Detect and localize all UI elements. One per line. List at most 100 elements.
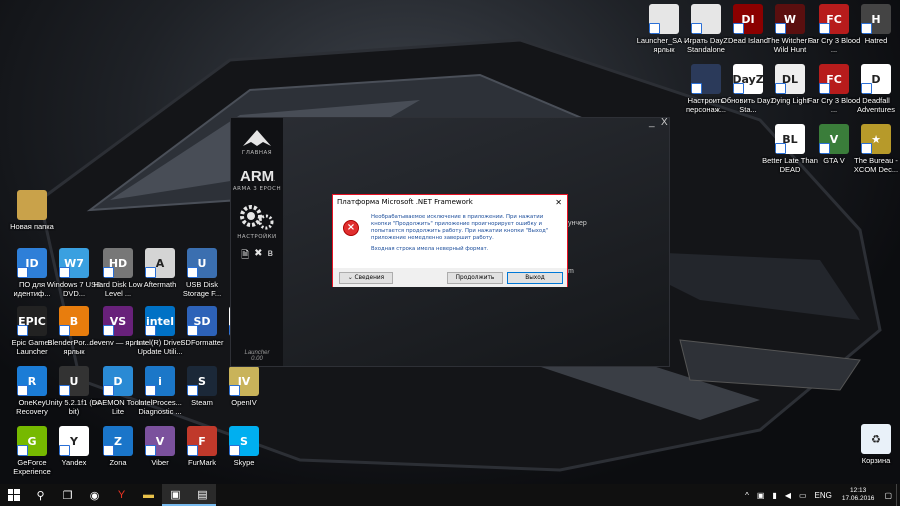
version-number: 0.00 (251, 356, 263, 362)
launcher-sidebar: ГЛАВНАЯ ARMA ARMA 3 EPOCH НАСТРОЙКИ 🗎 ✖ … (231, 118, 283, 366)
aftermath-icon: A (145, 248, 175, 278)
nav-home-label: ГЛАВНАЯ (241, 150, 273, 156)
usb-dvd-tool-icon: W7 (59, 248, 89, 278)
desktop-shortcut[interactable]: H Hatred (848, 4, 900, 64)
desktop-shortcut[interactable]: ★ The Bureau - XCOM Dec... (848, 124, 900, 184)
usb-format-icon: U (187, 248, 217, 278)
intel-driver-icon: intel (145, 306, 175, 336)
taskbar-dialog-icon[interactable]: ▤ (189, 484, 216, 506)
document-icon[interactable]: 🗎 (241, 248, 249, 265)
deadfall-icon: D (861, 64, 891, 94)
nav-arma-label: ARMA 3 EPOCH (232, 186, 282, 192)
dialog-titlebar: Платформа Microsoft .NET Framework ✕ (333, 195, 567, 210)
fingerprint-app-icon: ID (17, 248, 47, 278)
desktop-shortcut-label: Skype (233, 458, 255, 467)
recycle-bin-icon: ♻ (861, 424, 891, 454)
gta5-icon: V (819, 124, 849, 154)
dead-island-icon: DI (733, 4, 763, 34)
home-logo-icon (243, 130, 271, 146)
tools-icon[interactable]: ✖ (254, 248, 262, 265)
taskbar-app-circle-icon[interactable]: ◉ (81, 484, 108, 506)
desktop-shortcut[interactable]: Новая папка (4, 190, 60, 250)
desktop-shortcut[interactable]: D Deadfall Adventures (848, 64, 900, 124)
dayz-update-icon: DayZ (733, 64, 763, 94)
visual-studio-icon: VS (103, 306, 133, 336)
taskbar: ⚲ ❐ ◉ Y ▬ ▣ ▤ ^ ▣ ▮ ◀ ▭ ENG 12:13 17.06.… (0, 484, 900, 506)
dialog-message: Необрабатываемое исключение в приложении… (371, 214, 549, 241)
launcher-nav-home[interactable]: ГЛАВНАЯ (231, 128, 283, 156)
desktop-shortcut[interactable]: U USB Disk Storage F... (174, 248, 230, 308)
b-icon[interactable]: ʙ (268, 248, 273, 265)
desktop-shortcut[interactable]: IV OpenIV (216, 366, 272, 426)
zona-icon: Z (103, 426, 133, 456)
farcry3-icon: FC (819, 4, 849, 34)
details-button-label: Сведения (354, 275, 385, 281)
hdd-tool-icon: HD (103, 248, 133, 278)
launcher-text-fragment-2: m (568, 268, 574, 275)
desktop-shortcut-label: Корзина (861, 456, 891, 465)
launcher-text-fragment: унчер (568, 220, 587, 227)
notification-app-icon[interactable]: ▭ (799, 491, 807, 500)
launcher-minimize-button[interactable]: _ (649, 117, 655, 128)
taskbar-launcher-icon[interactable]: ▣ (162, 484, 189, 506)
launcher-nav-arma[interactable]: ARMA ARMA 3 EPOCH (231, 166, 283, 192)
svg-text:ARMA: ARMA (240, 168, 275, 184)
launcher-nav-settings[interactable]: НАСТРОЙКИ (231, 202, 283, 240)
windows-logo-icon (7, 489, 20, 501)
show-desktop-button[interactable] (896, 484, 900, 506)
hatred-icon: H (861, 4, 891, 34)
onekey-recovery-icon: R (17, 366, 47, 396)
launcher-version: Launcher 0.00 (231, 350, 283, 362)
language-indicator[interactable]: ENG (815, 491, 832, 500)
continue-button[interactable]: Продолжить (447, 272, 503, 284)
desktop-shortcut-label: Deadfall Adventures (857, 96, 895, 114)
desktop-shortcut[interactable]: S Skype (216, 426, 272, 484)
taskbar-yandex-icon[interactable]: Y (108, 484, 135, 506)
arma-logo-icon: ARMA (240, 168, 275, 184)
desktop-shortcut-label: USB Disk Storage F... (182, 280, 222, 298)
witcher-icon: W (775, 4, 805, 34)
desktop-wallpaper: Новая папка ID ПО для идентиф... W7 Windows … (0, 0, 900, 484)
dying-light-icon: DL (775, 64, 805, 94)
desktop-shortcut-label: Hatred (864, 36, 888, 45)
dotnet-error-dialog[interactable]: Платформа Microsoft .NET Framework ✕ × Н… (332, 194, 568, 287)
task-view-icon[interactable]: ❐ (54, 484, 81, 506)
blender-icon: B (59, 306, 89, 336)
nav-settings-label: НАСТРОЙКИ (237, 234, 277, 240)
dialog-buttons: ⌄ Сведения Продолжить Выход (333, 268, 567, 287)
system-tray: ^ ▣ ▮ ◀ ▭ ENG 12:13 17.06.2016 ▢ (741, 484, 900, 506)
folder-icon (17, 190, 47, 220)
tray-app-icon[interactable]: ▣ (757, 491, 765, 500)
chevron-down-icon: ⌄ (347, 275, 355, 281)
clock-date: 17.06.2016 (841, 495, 875, 502)
launcher-tool-icons: 🗎 ✖ ʙ (241, 248, 273, 265)
desktop-shortcut[interactable]: ♻ Корзина (848, 424, 900, 484)
start-button[interactable] (0, 484, 27, 506)
skype-icon: S (229, 426, 259, 456)
farcry3-2-icon: FC (819, 64, 849, 94)
tray-up-chevron-icon[interactable]: ^ (745, 491, 749, 500)
action-center-icon[interactable]: ▢ (884, 491, 892, 500)
clock[interactable]: 12:13 17.06.2016 (842, 487, 875, 503)
geforce-icon: G (17, 426, 47, 456)
dayz-play-icon (691, 4, 721, 34)
details-button[interactable]: ⌄ Сведения (339, 272, 393, 284)
launcher-close-button[interactable]: X (661, 117, 668, 128)
error-icon: × (343, 220, 359, 236)
dialog-body: × Необрабатываемое исключение в приложен… (333, 210, 567, 268)
search-icon[interactable]: ⚲ (27, 484, 54, 506)
volume-icon[interactable]: ◀ (785, 491, 791, 500)
viber-icon: V (145, 426, 175, 456)
gears-icon (240, 205, 274, 230)
dialog-title: Платформа Microsoft .NET Framework (337, 198, 473, 206)
yandex-icon: Y (59, 426, 89, 456)
dialog-close-button[interactable]: ✕ (555, 195, 562, 210)
daemon-tools-icon: D (103, 366, 133, 396)
exit-button[interactable]: Выход (507, 272, 563, 284)
launcher-sa-icon (649, 4, 679, 34)
dialog-detail: Входная строка имела неверный формат. (371, 246, 489, 252)
taskbar-explorer-icon[interactable]: ▬ (135, 484, 162, 506)
network-icon[interactable]: ▮ (772, 491, 776, 500)
intel-diagnostic-icon: i (145, 366, 175, 396)
desktop-shortcut-label: OpenIV (231, 398, 257, 407)
